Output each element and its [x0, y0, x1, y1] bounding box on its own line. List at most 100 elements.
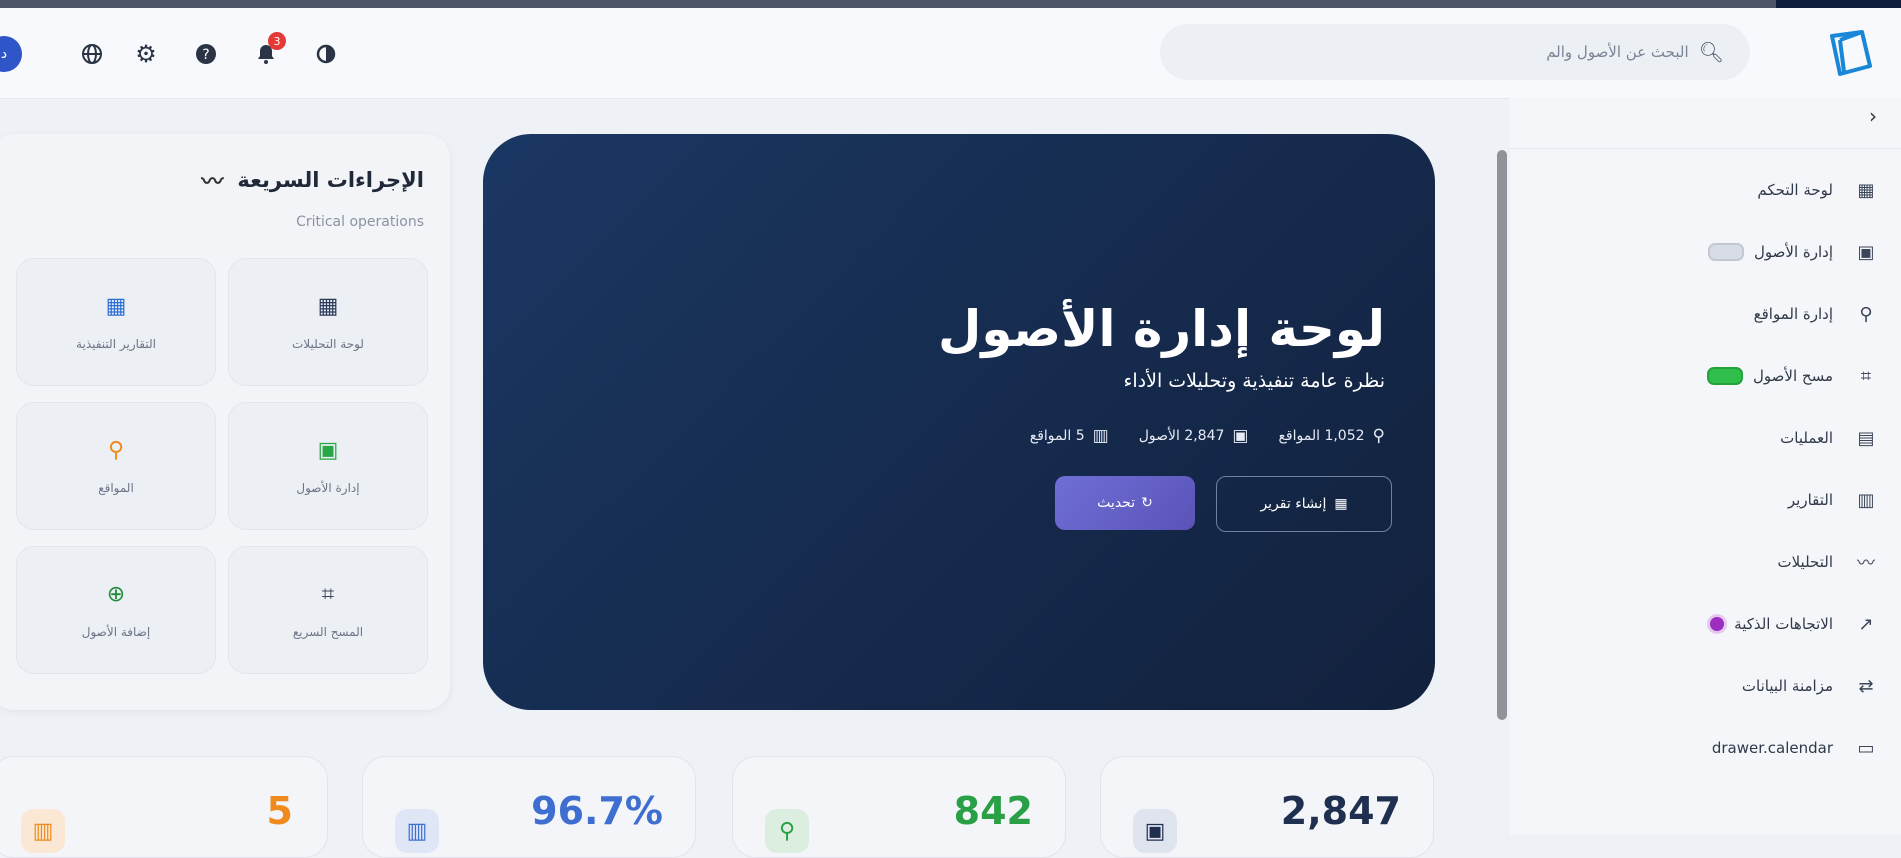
box-icon: ▣	[1133, 809, 1177, 853]
gear-icon[interactable]: ⚙	[130, 38, 162, 70]
status-pill	[1708, 243, 1744, 261]
quick-actions-subtitle: Critical operations	[296, 214, 424, 230]
sidebar-item-asset-scan[interactable]: مسح الأصول ⌗	[1521, 356, 1881, 396]
stat-text: 2,847 الأصول	[1138, 428, 1225, 444]
sidebar-item-label: التقارير	[1787, 491, 1833, 509]
search-placeholder: البحث عن الأصول والم	[1546, 43, 1689, 61]
sidebar-item-operations[interactable]: العمليات ▤	[1521, 418, 1881, 458]
location-icon: ⚲	[107, 437, 125, 463]
tile-add-assets[interactable]: ⊕ إضافة الأصول	[16, 546, 216, 674]
box-icon: ▣	[1232, 426, 1249, 446]
hero-banner: لوحة إدارة الأصول نظرة عامة تنفيذية وتحل…	[483, 134, 1435, 710]
sidebar-collapse-button[interactable]: ›	[1869, 104, 1877, 128]
dashboard-icon: ▦	[1857, 179, 1875, 201]
sidebar-item-label: مزامنة البيانات	[1741, 677, 1833, 695]
tile-asset-management[interactable]: ▣ إدارة الأصول	[228, 402, 428, 530]
button-label: إنشاء تقرير	[1260, 496, 1327, 512]
theme-toggle-icon[interactable]	[310, 38, 342, 70]
location-icon: ⚲	[765, 809, 809, 853]
analytics-icon: ▦	[317, 293, 339, 319]
app-logo[interactable]	[1822, 26, 1878, 82]
sidebar: › لوحة التحكم ▦ إدارة الأصول ▣ إدارة الم…	[1510, 98, 1901, 835]
tile-label: المواقع	[98, 480, 134, 495]
window-top-strip	[0, 0, 1901, 8]
status-pill	[1707, 367, 1744, 385]
globe-icon[interactable]	[76, 38, 108, 70]
box-icon: ▣	[1857, 241, 1875, 263]
trend-icon: 〰	[201, 170, 224, 195]
trend-up-icon: ↗	[1858, 613, 1874, 635]
help-icon[interactable]: ?	[190, 38, 222, 70]
sync-icon: ⇄	[1858, 675, 1874, 697]
notification-badge: 3	[268, 32, 286, 50]
location-icon: ⚲	[1859, 303, 1873, 325]
main-scrollbar[interactable]	[1497, 150, 1507, 720]
building-icon: ▥	[21, 809, 65, 853]
sidebar-item-calendar[interactable]: drawer.calendar ▭	[1521, 728, 1881, 768]
tile-label: إدارة الأصول	[296, 480, 360, 495]
section-title: الإجراءات السريعة	[237, 168, 424, 192]
stat-sites: ▥ 5 المواقع	[1030, 426, 1109, 446]
stat-value: 5	[266, 789, 293, 833]
sidebar-item-smart-trends[interactable]: الاتجاهات الذكية ↗	[1521, 604, 1881, 644]
chart-icon: ▥	[395, 809, 439, 853]
report-icon: ▦	[1334, 496, 1348, 512]
button-label: تحديث	[1097, 495, 1136, 511]
calendar-icon: ▭	[1857, 737, 1875, 759]
sidebar-item-label: إدارة المواقع	[1753, 305, 1833, 323]
tile-label: لوحة التحليلات	[292, 336, 364, 351]
sidebar-item-locations[interactable]: إدارة المواقع ⚲	[1521, 294, 1881, 334]
refresh-icon: ↻	[1141, 495, 1153, 511]
clipboard-icon: ▤	[1857, 427, 1875, 449]
sidebar-item-label: إدارة الأصول	[1754, 243, 1833, 261]
location-icon: ⚲	[1372, 426, 1385, 446]
add-icon: ⊕	[106, 581, 126, 607]
sidebar-item-assets[interactable]: إدارة الأصول ▣	[1521, 232, 1881, 272]
avatar[interactable]: د	[0, 36, 22, 72]
search-input[interactable]: البحث عن الأصول والم 🔍︎	[1160, 24, 1750, 80]
tile-label: التقارير التنفيذية	[76, 336, 156, 351]
sidebar-item-reports[interactable]: التقارير ▥	[1521, 480, 1881, 520]
tile-analytics-dashboard[interactable]: ▦ لوحة التحليلات	[228, 258, 428, 386]
hero-stats: ▥ 5 المواقع ▣ 2,847 الأصول ⚲ 1,052 الموا…	[1030, 426, 1385, 446]
stat-text: 1,052 المواقع	[1278, 428, 1365, 444]
sidebar-item-label: العمليات	[1780, 429, 1833, 447]
stat-value: 96.7%	[531, 789, 663, 833]
sidebar-item-label: الاتجاهات الذكية	[1734, 615, 1833, 633]
stat-card-sites[interactable]: 5 ▥	[0, 756, 328, 858]
sidebar-item-dashboard[interactable]: لوحة التحكم ▦	[1521, 170, 1881, 210]
stat-card-performance[interactable]: 96.7% ▥	[362, 756, 696, 858]
page-title: لوحة إدارة الأصول	[938, 300, 1385, 358]
top-bar: د ⚙ ? 3 البحث عن الأصول والم 🔍︎	[0, 8, 1901, 99]
stat-value: 842	[953, 789, 1033, 833]
stat-assets: ▣ 2,847 الأصول	[1139, 426, 1249, 446]
create-report-button[interactable]: ▦ إنشاء تقرير	[1216, 476, 1392, 532]
tile-executive-reports[interactable]: ▦ التقارير التنفيذية	[16, 258, 216, 386]
quick-actions-title: الإجراءات السريعة 〰	[201, 164, 424, 196]
scan-icon: ⌗	[1860, 365, 1872, 387]
status-dot	[1710, 617, 1725, 631]
stat-text: 5 المواقع	[1029, 428, 1085, 444]
quick-actions-panel: الإجراءات السريعة 〰 Critical operations …	[0, 134, 450, 710]
tile-label: إضافة الأصول	[81, 624, 151, 639]
sidebar-item-analytics[interactable]: التحليلات 〰	[1521, 542, 1881, 582]
stat-value: 2,847	[1280, 789, 1401, 833]
search-icon: 🔍︎	[1698, 40, 1724, 64]
stat-card-assets[interactable]: 2,847 ▣	[1100, 756, 1434, 858]
bell-icon[interactable]: 3	[250, 32, 286, 70]
box-icon: ▣	[317, 437, 339, 463]
page-subtitle: نظرة عامة تنفيذية وتحليلات الأداء	[1123, 370, 1385, 392]
sidebar-item-data-sync[interactable]: مزامنة البيانات ⇄	[1521, 666, 1881, 706]
tile-locations[interactable]: ⚲ المواقع	[16, 402, 216, 530]
stat-card-locations[interactable]: 842 ⚲	[732, 756, 1066, 858]
tile-label: المسح السريع	[292, 624, 364, 639]
sidebar-divider	[1510, 148, 1901, 149]
stat-locations: ⚲ 1,052 المواقع	[1278, 426, 1385, 446]
sidebar-item-label: مسح الأصول	[1753, 367, 1833, 385]
sidebar-item-label: لوحة التحكم	[1757, 181, 1833, 199]
sidebar-item-label: التحليلات	[1777, 553, 1833, 571]
report-chart-icon: ▦	[105, 293, 127, 319]
refresh-button[interactable]: ↻ تحديث	[1055, 476, 1195, 530]
tile-quick-scan[interactable]: ⌗ المسح السريع	[228, 546, 428, 674]
trend-icon: 〰	[1857, 553, 1875, 574]
